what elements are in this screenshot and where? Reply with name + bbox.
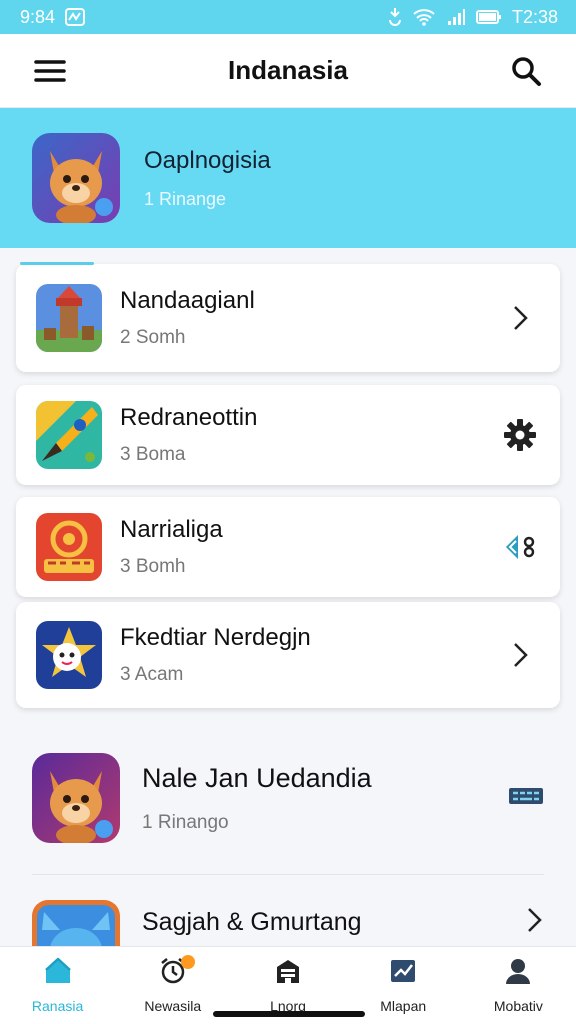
building-icon [273, 957, 303, 990]
gear-icon[interactable] [500, 415, 540, 455]
keyboard-icon[interactable] [508, 786, 544, 811]
item-title: Narrialiga [120, 516, 223, 543]
item-subtitle: 3 Bomh [120, 556, 186, 577]
item-subtitle: 2 Somh [120, 327, 186, 348]
home-indicator[interactable] [213, 1011, 365, 1017]
star-character-icon [36, 621, 102, 689]
signal-icon [446, 8, 466, 26]
status-right-text: T2:38 [511, 6, 558, 27]
status-time: 9:84 [20, 6, 56, 27]
item-title: Nandaagianl [120, 287, 255, 314]
featured-app-subtitle: 1 Rinange [144, 188, 227, 209]
list-item[interactable]: Redraneottin 3 Boma [16, 385, 560, 485]
activity-icon [65, 8, 86, 26]
list-item[interactable]: Nale Jan Uedandia 1 Rinango [32, 752, 544, 844]
share-icon[interactable] [500, 527, 540, 567]
item-subtitle: 3 Acam [120, 664, 184, 685]
list-item[interactable]: Fkedtiar Nerdegjn 3 Acam [16, 602, 560, 708]
hamburger-menu-icon[interactable] [30, 51, 70, 91]
fox-game-icon [32, 133, 120, 223]
notification-badge [181, 955, 196, 969]
item-title: Nale Jan Uedandia [142, 762, 372, 793]
featured-app-banner[interactable]: Oaplnogisia 1 Rinange [0, 108, 576, 248]
item-subtitle: 1 Rinango [142, 811, 229, 833]
nav-item-profile[interactable]: Mobativ [461, 947, 576, 1024]
rocket-game-icon [36, 401, 102, 469]
profile-icon [503, 957, 533, 990]
nav-label: Newasila [144, 998, 202, 1014]
casino-game-icon [36, 513, 102, 581]
status-bar: 9:84 T2:38 [0, 0, 576, 34]
list-item[interactable]: Narrialiga 3 Bomh [16, 497, 560, 597]
list-item[interactable]: Nandaagianl 2 Somh [16, 262, 560, 372]
monster-game-icon [32, 900, 120, 946]
item-title: Redraneottin [120, 404, 258, 431]
wifi-icon [412, 8, 436, 26]
chevron-right-icon[interactable] [500, 298, 540, 338]
nav-item-home[interactable]: Ranasia [0, 947, 115, 1024]
chevron-right-icon[interactable] [500, 635, 540, 675]
nav-label: Ranasia [31, 998, 84, 1014]
battery-icon [475, 9, 502, 25]
app-bar: Indanasia [0, 34, 576, 108]
sync-icon [388, 7, 402, 27]
nav-label: Mlapan [380, 998, 427, 1014]
loading-indicator [20, 262, 94, 265]
item-title: Fkedtiar Nerdegjn [120, 624, 311, 651]
tower-game-icon [36, 284, 102, 352]
home-icon [43, 957, 73, 990]
divider [32, 874, 544, 875]
page-title: Indanasia [228, 55, 348, 85]
nav-label: Mobativ [493, 998, 543, 1014]
list-item[interactable]: Sagjah & Gmurtang [32, 900, 544, 946]
featured-app-name: Oaplnogisia [144, 146, 271, 174]
item-subtitle: 3 Boma [120, 444, 186, 465]
chevron-right-icon[interactable] [524, 900, 544, 939]
map-icon [388, 957, 418, 990]
search-icon[interactable] [506, 51, 546, 91]
item-title: Sagjah & Gmurtang [142, 908, 362, 936]
fox-game-icon [32, 753, 120, 843]
